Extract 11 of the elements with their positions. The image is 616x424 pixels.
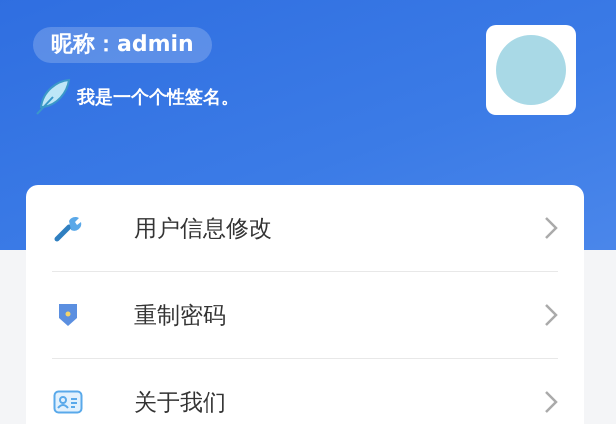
nickname-badge: 昵称：admin <box>33 27 212 63</box>
signature-text: 我是一个个性签名。 <box>77 86 239 109</box>
chevron-icon <box>544 216 558 240</box>
menu-item[interactable]: 重制密码 <box>52 272 558 359</box>
shield-icon <box>57 302 79 328</box>
menu-item[interactable]: 用户信息修改 <box>52 185 558 272</box>
id-card-icon <box>53 390 83 414</box>
avatar-placeholder[interactable] <box>486 25 576 115</box>
chevron-icon <box>544 303 558 327</box>
menu-item[interactable]: 关于我们 <box>52 359 558 424</box>
chevron-icon <box>544 390 558 414</box>
